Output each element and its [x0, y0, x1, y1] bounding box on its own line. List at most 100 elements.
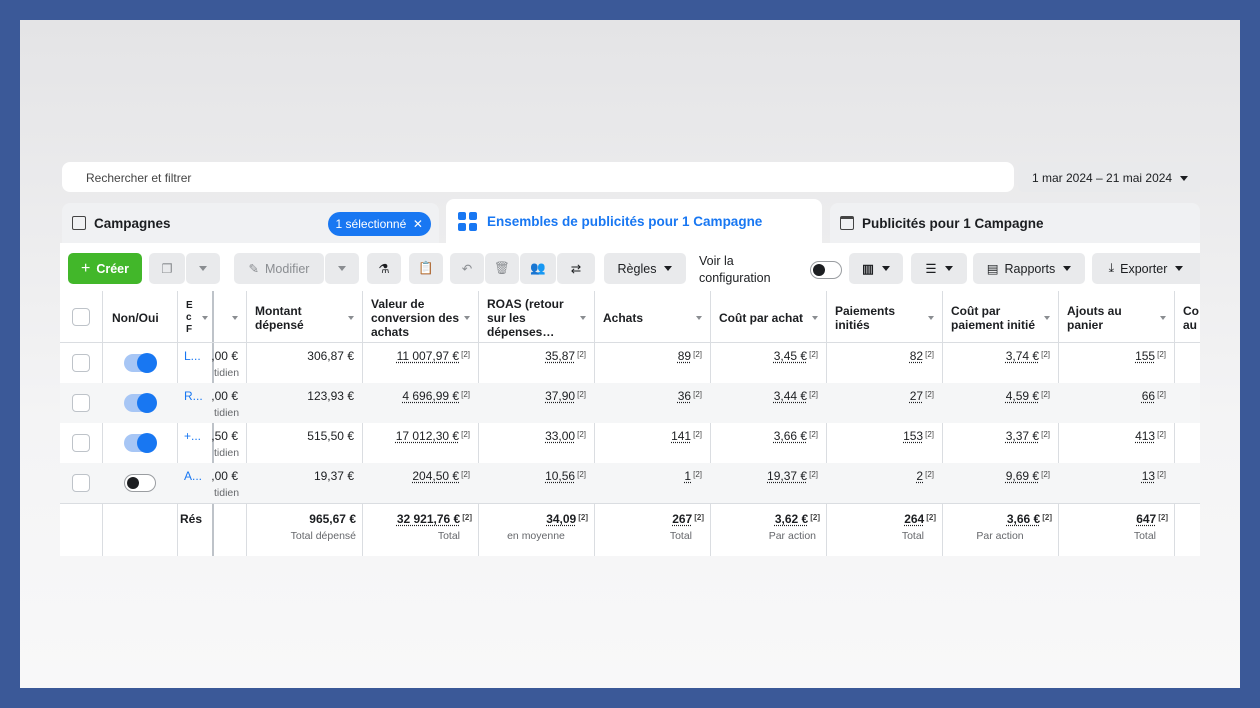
header-budget[interactable]: [214, 296, 246, 340]
breakdown-button[interactable]: ☰: [911, 253, 967, 284]
header-purchases[interactable]: Achats: [595, 296, 710, 340]
header-conv-value[interactable]: Valeur de conversion des achats: [363, 296, 478, 340]
row-name-link[interactable]: R...: [184, 389, 203, 403]
undo-button[interactable]: ↶: [450, 253, 484, 284]
flask-icon: ⚗: [378, 262, 390, 276]
delete-button[interactable]: 🗑: [485, 253, 519, 284]
tab-adsets[interactable]: Ensembles de publicités pour 1 Campagne: [446, 199, 822, 243]
view-config-toggle[interactable]: [810, 261, 842, 279]
header-name[interactable]: EcF: [178, 296, 212, 340]
row-status-toggle[interactable]: [124, 474, 156, 492]
header-spent[interactable]: Montant dépensé: [247, 296, 362, 340]
cell-roas[interactable]: 33,00 [2]: [545, 429, 586, 443]
selected-badge[interactable]: 1 sélectionné ✕: [327, 212, 431, 236]
cell-spent: 19,37 €: [313, 469, 354, 483]
cell-purch[interactable]: 36 [2]: [678, 389, 702, 403]
tab-label: Campagnes: [94, 215, 171, 231]
table-header: Non/Oui EcF Montant dépensé Valeur de conv…: [60, 291, 1200, 343]
duplicate-dropdown[interactable]: [186, 253, 220, 284]
tab-campaigns[interactable]: Campagnes 1 sélectionné ✕: [62, 203, 439, 243]
folder-icon: [72, 216, 86, 230]
cell-cpc[interactable]: 4,59 € [2]: [1006, 389, 1050, 403]
cell-cpp[interactable]: 3,44 € [2]: [774, 389, 818, 403]
cell-roas[interactable]: 35,87 [2]: [545, 349, 586, 363]
duplicate-button[interactable]: ❐: [149, 253, 185, 284]
audience-button[interactable]: 👥: [520, 253, 556, 284]
cell-cart[interactable]: 413 [2]: [1135, 429, 1166, 443]
caret-down-icon: [1063, 266, 1072, 271]
header-add-to-cart[interactable]: Ajouts au panier: [1059, 296, 1174, 340]
cell-cpp[interactable]: 3,45 € [2]: [774, 349, 818, 363]
header-cost-per-purchase[interactable]: Coût par achat: [711, 296, 826, 340]
ab-test-button[interactable]: ⚗: [367, 253, 401, 284]
cell-purch[interactable]: 1 [2]: [684, 469, 702, 483]
preview-icon: ⇄: [570, 262, 582, 276]
cell-cart[interactable]: 13 [2]: [1142, 469, 1166, 483]
grid-icon: [458, 211, 477, 231]
cell-conv[interactable]: 4 696,99 € [2]: [402, 389, 470, 403]
total-roas: 34,09 [2]: [546, 512, 588, 526]
search-input[interactable]: Rechercher et filtrer: [62, 162, 1014, 192]
header-roas[interactable]: ROAS (retour sur les dépenses…: [479, 296, 594, 340]
reports-button[interactable]: ▤ Rapports: [973, 253, 1085, 284]
export-button[interactable]: ⤓ Exporter: [1092, 253, 1200, 284]
clipboard-icon: 📋: [418, 261, 434, 275]
tab-ads[interactable]: Publicités pour 1 Campagne: [830, 203, 1200, 243]
cell-chk[interactable]: 2 [2]: [916, 469, 934, 483]
date-range-picker[interactable]: 1 mar 2024 – 21 mai 2024: [1018, 162, 1200, 192]
row-status-toggle[interactable]: [124, 353, 157, 373]
cell-purch[interactable]: 89 [2]: [678, 349, 702, 363]
header-toggle[interactable]: Non/Oui: [104, 296, 176, 340]
cell-roas[interactable]: 10,56 [2]: [545, 469, 586, 483]
cell-cart[interactable]: 155 [2]: [1135, 349, 1166, 363]
total-checkouts: 264 [2]: [904, 512, 936, 526]
cell-cpp[interactable]: 19,37 € [2]: [767, 469, 818, 483]
rules-button[interactable]: Règles: [604, 253, 686, 284]
cell-conv[interactable]: 11 007,97 € [2]: [397, 349, 470, 363]
preview-button[interactable]: ⇄: [557, 253, 595, 284]
clipboard-button[interactable]: 📋: [409, 253, 443, 284]
trash-icon: 🗑: [494, 261, 510, 275]
modify-dropdown[interactable]: [325, 253, 359, 284]
create-button[interactable]: + Créer: [68, 253, 142, 284]
row-checkbox[interactable]: [72, 434, 90, 452]
breakdown-icon: ☰: [925, 262, 937, 276]
row-checkbox[interactable]: [72, 354, 90, 372]
cell-chk[interactable]: 153 [2]: [903, 429, 934, 443]
total-conv: 32 921,76 € [2]: [396, 512, 472, 526]
table-row[interactable]: +... ,50 € tidien 515,50 € 17 012,30 € [2] 33,…: [60, 423, 1200, 463]
cell-cpc[interactable]: 3,74 € [2]: [1006, 349, 1050, 363]
caret-down-icon: [199, 266, 207, 271]
row-name-link[interactable]: A...: [184, 469, 202, 483]
ad-window-icon: [840, 216, 854, 230]
cell-conv[interactable]: 17 012,30 € [2]: [396, 429, 470, 443]
cell-cpp[interactable]: 3,66 € [2]: [774, 429, 818, 443]
cell-cpc[interactable]: 3,37 € [2]: [1006, 429, 1050, 443]
cell-conv[interactable]: 204,50 € [2]: [412, 469, 470, 483]
row-checkbox[interactable]: [72, 394, 90, 412]
columns-button[interactable]: ▥: [849, 253, 903, 284]
cell-cart[interactable]: 66 [2]: [1142, 389, 1166, 403]
header-cost-per-checkout[interactable]: Coût par paiement initié: [943, 296, 1058, 340]
cell-chk[interactable]: 82 [2]: [910, 349, 934, 363]
table-row[interactable]: A... ,00 € tidien 19,37 € 204,50 € [2] 10,56 [2…: [60, 463, 1200, 503]
row-status-toggle[interactable]: [124, 433, 157, 453]
row-name-link[interactable]: +...: [184, 429, 201, 443]
totals-row: Rés 965,67 € Total dépensé 32 921,76 € [2…: [60, 503, 1200, 553]
row-checkbox[interactable]: [72, 474, 90, 492]
cell-purch[interactable]: 141 [2]: [671, 429, 702, 443]
row-name-link[interactable]: L...: [184, 349, 201, 363]
cell-roas[interactable]: 37,90 [2]: [545, 389, 586, 403]
table-row[interactable]: R... ,00 € tidien 123,93 € 4 696,99 € [2] 37,9…: [60, 383, 1200, 423]
cell-chk[interactable]: 27 [2]: [910, 389, 934, 403]
row-status-toggle[interactable]: [124, 393, 157, 413]
total-cpp: 3,62 € [2]: [774, 512, 820, 526]
cell-cpc[interactable]: 9,69 € [2]: [1006, 469, 1050, 483]
header-checkouts[interactable]: Paiements initiés: [827, 296, 942, 340]
select-all-checkbox[interactable]: [72, 308, 90, 326]
header-next[interactable]: Co au: [1175, 296, 1200, 340]
modify-button[interactable]: ✎ Modifier: [234, 253, 324, 284]
total-spent: 965,67 €: [309, 512, 356, 526]
ads-manager: Rechercher et filtrer 1 mar 2024 – 21 ma…: [60, 156, 1200, 556]
table-row[interactable]: L... ,00 € tidien 306,87 € 11 007,97 € [2] 35,…: [60, 343, 1200, 383]
